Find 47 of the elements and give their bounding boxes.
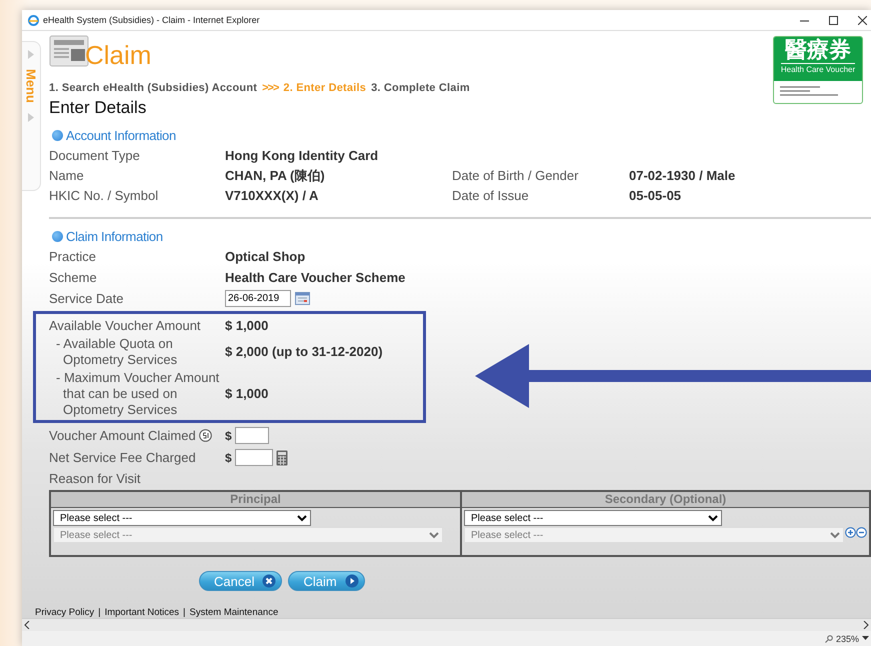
field-label: - Available Quota on Optometry Services xyxy=(55,336,178,368)
field-value: Optical Shop xyxy=(225,248,306,265)
step-label: 2. Enter Details xyxy=(283,82,366,94)
field-value: 05-05-05 xyxy=(629,187,682,204)
step-separator: >>> xyxy=(262,82,278,94)
field-label: Name xyxy=(49,167,85,184)
field-label: - Maximum Voucher Amount that can be used on Optometry Services xyxy=(55,370,220,418)
step-label: 1. Search eHealth (Subsidies) Account xyxy=(49,82,258,94)
link-separator: | xyxy=(98,607,101,618)
field-value: V710XXX(X) / A xyxy=(225,187,320,204)
footer-link[interactable]: System Maintenance xyxy=(190,607,278,618)
field-value: 07-02-1930 / Male xyxy=(629,167,736,184)
field-value: $ 1,000 xyxy=(225,386,270,402)
step-label: 3. Complete Claim xyxy=(371,82,470,94)
date-field[interactable]: 26-06-2019 xyxy=(225,290,291,307)
field-value: $ 1,000 xyxy=(225,318,270,334)
field-label: Date of Issue xyxy=(452,187,530,204)
section-heading: Enter Details xyxy=(49,98,148,118)
field-label: Net Service Fee Charged xyxy=(49,450,197,465)
field-value: Hong Kong Identity Card xyxy=(225,147,380,164)
field-label: Date of Birth / Gender xyxy=(452,167,580,184)
field-label: Voucher Amount Claimed xyxy=(49,428,196,443)
field-label: Available Voucher Amount xyxy=(49,318,202,334)
field-label: Reason for Visit xyxy=(49,471,142,486)
column-header: Secondary (Optional) xyxy=(462,492,869,508)
currency-sign: $ xyxy=(225,428,232,442)
reason-dropdown[interactable]: Please select --- xyxy=(53,510,311,526)
reason-dropdown[interactable]: Please select --- xyxy=(464,510,722,526)
voucher-logo: 醫療券 Health Care Voucher xyxy=(773,36,863,104)
link-separator: | xyxy=(183,607,186,618)
window-title: eHealth System (Subsidies) - Claim - Internet Explorer xyxy=(43,15,260,25)
column-header: Principal xyxy=(51,492,460,508)
field-label: Scheme xyxy=(49,269,98,286)
field-label: HKIC No. / Symbol xyxy=(49,187,160,204)
field-value: CHAN, PA (陳伯) xyxy=(225,167,326,184)
currency-sign: $ xyxy=(225,450,232,464)
footer-link[interactable]: Important Notices xyxy=(104,607,180,618)
field-label: Document Type xyxy=(49,147,141,164)
zoom-level[interactable]: 235% xyxy=(836,634,859,644)
section-title: Account Information xyxy=(66,128,176,143)
field-label: Service Date xyxy=(49,290,124,307)
field-label: Practice xyxy=(49,248,97,265)
section-title: Claim Information xyxy=(66,229,163,244)
footer-link[interactable]: Privacy Policy xyxy=(35,607,94,618)
field-value: Health Care Voucher Scheme xyxy=(225,269,406,286)
page-title: Claim xyxy=(85,40,152,70)
field-value: $ 2,000 (up to 31-12-2020) xyxy=(225,344,384,360)
